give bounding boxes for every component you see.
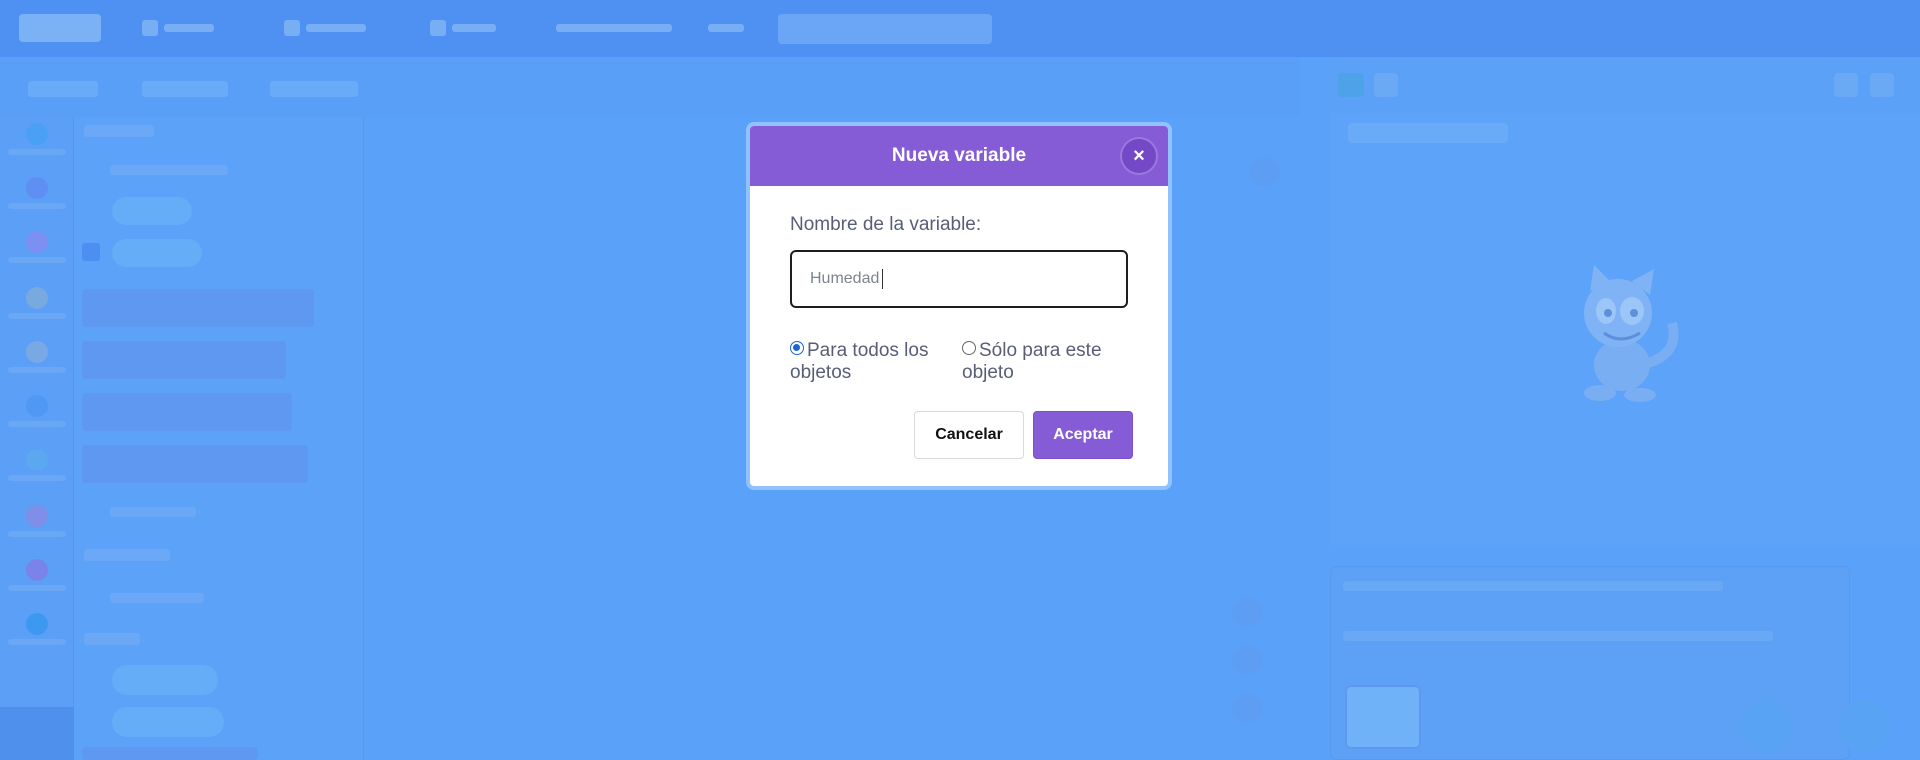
menu-bar [0,0,1920,57]
extension-block[interactable] [112,707,224,737]
category-sensing[interactable] [26,395,48,417]
blocks-palette [74,117,364,760]
variable-checkbox[interactable] [82,243,100,261]
set-variable-block[interactable] [82,289,314,327]
tab-sounds[interactable] [270,81,358,97]
palette-heading-extension [84,633,140,645]
palette-heading-myblocks [84,549,170,561]
palette-heading-variables [84,125,154,137]
cat-sprite-icon[interactable] [1560,263,1690,403]
dialog-body: Nombre de la variable: Humedad Para todo… [750,186,1168,486]
tab-code[interactable] [28,81,98,97]
hide-variable-block[interactable] [82,445,308,483]
stage[interactable] [1330,113,1920,545]
category-myblocks[interactable] [26,559,48,581]
cancel-button[interactable]: Cancelar [914,411,1024,459]
sprite-info-icon [1250,157,1280,187]
dialog-header: Nueva variable × [750,126,1168,186]
sprite-info-row [1343,581,1723,591]
file-icon [284,20,300,36]
menu-language[interactable] [142,20,214,36]
menu-share[interactable] [708,20,744,36]
choose-sprite-button[interactable] [1740,700,1792,752]
make-block-button[interactable] [110,593,204,603]
category-variables[interactable] [26,505,48,527]
category-operators-label [8,475,66,481]
variable-name-label: Nombre de la variable: [790,214,982,235]
dialog-title: Nueva variable [891,145,1027,166]
category-myblocks-label [8,585,66,591]
category-menu [0,117,74,760]
variable-monitor [1348,123,1508,143]
category-control[interactable] [26,341,48,363]
scratch-logo[interactable] [19,14,101,42]
small-stage-button[interactable] [1834,73,1858,97]
change-variable-block[interactable] [82,341,286,379]
radio-this-sprite-label: Sólo para este objeto [962,340,1102,383]
globe-icon [142,20,158,36]
editor-tabs [0,57,1300,121]
fullscreen-button[interactable] [1870,73,1894,97]
new-variable-dialog: Nueva variable × Nombre de la variable: … [746,122,1172,490]
close-button[interactable]: × [1120,137,1158,175]
extension-block[interactable] [112,665,218,695]
menu-edit[interactable] [430,20,496,36]
radio-all-sprites-label: Para todos los objetos [790,340,929,383]
category-extension-label [8,639,66,645]
variable-name-input[interactable]: Humedad [790,250,1128,308]
show-variable-block[interactable] [82,393,292,431]
category-operators[interactable] [26,449,48,471]
variable-name-value: Humedad [810,270,880,287]
sprite-thumbnail[interactable] [1345,685,1421,749]
extension-block[interactable] [82,747,258,760]
add-extension-button[interactable] [0,707,74,760]
make-variable-button[interactable] [110,165,228,175]
category-variables-label [8,531,66,537]
close-icon: × [1133,144,1145,167]
category-sound[interactable] [26,231,48,253]
stop-button[interactable] [1374,73,1398,97]
variable-block[interactable] [112,239,202,267]
text-caret [882,269,884,289]
category-sensing-label [8,421,66,427]
category-looks-label [8,203,66,209]
stage-header [1330,57,1920,113]
accept-button[interactable]: Aceptar [1033,411,1133,459]
radio-all-sprites-button[interactable] [790,341,804,355]
menu-file[interactable] [284,20,366,36]
category-motion[interactable] [26,123,48,145]
tab-costumes[interactable] [142,81,228,97]
variable-block[interactable] [112,197,192,225]
category-sound-label [8,257,66,263]
category-events[interactable] [26,287,48,309]
choose-backdrop-button[interactable] [1838,700,1890,752]
edit-icon [430,20,446,36]
zoom-out-button[interactable] [1232,645,1262,675]
zoom-reset-button[interactable] [1232,693,1262,723]
sprite-props-row [1343,631,1773,641]
category-control-label [8,367,66,373]
radio-all-sprites[interactable]: Para todos los objetos [790,340,960,384]
radio-this-sprite-button[interactable] [962,341,976,355]
category-motion-label [8,149,66,155]
green-flag-button[interactable] [1338,73,1364,97]
category-events-label [8,313,66,319]
menu-tutorials[interactable] [556,20,672,36]
project-title-input[interactable] [778,14,992,44]
zoom-in-button[interactable] [1232,597,1262,627]
category-extension[interactable] [26,613,48,635]
radio-this-sprite[interactable]: Sólo para este objeto [962,340,1122,384]
category-looks[interactable] [26,177,48,199]
make-list-button[interactable] [110,507,196,517]
